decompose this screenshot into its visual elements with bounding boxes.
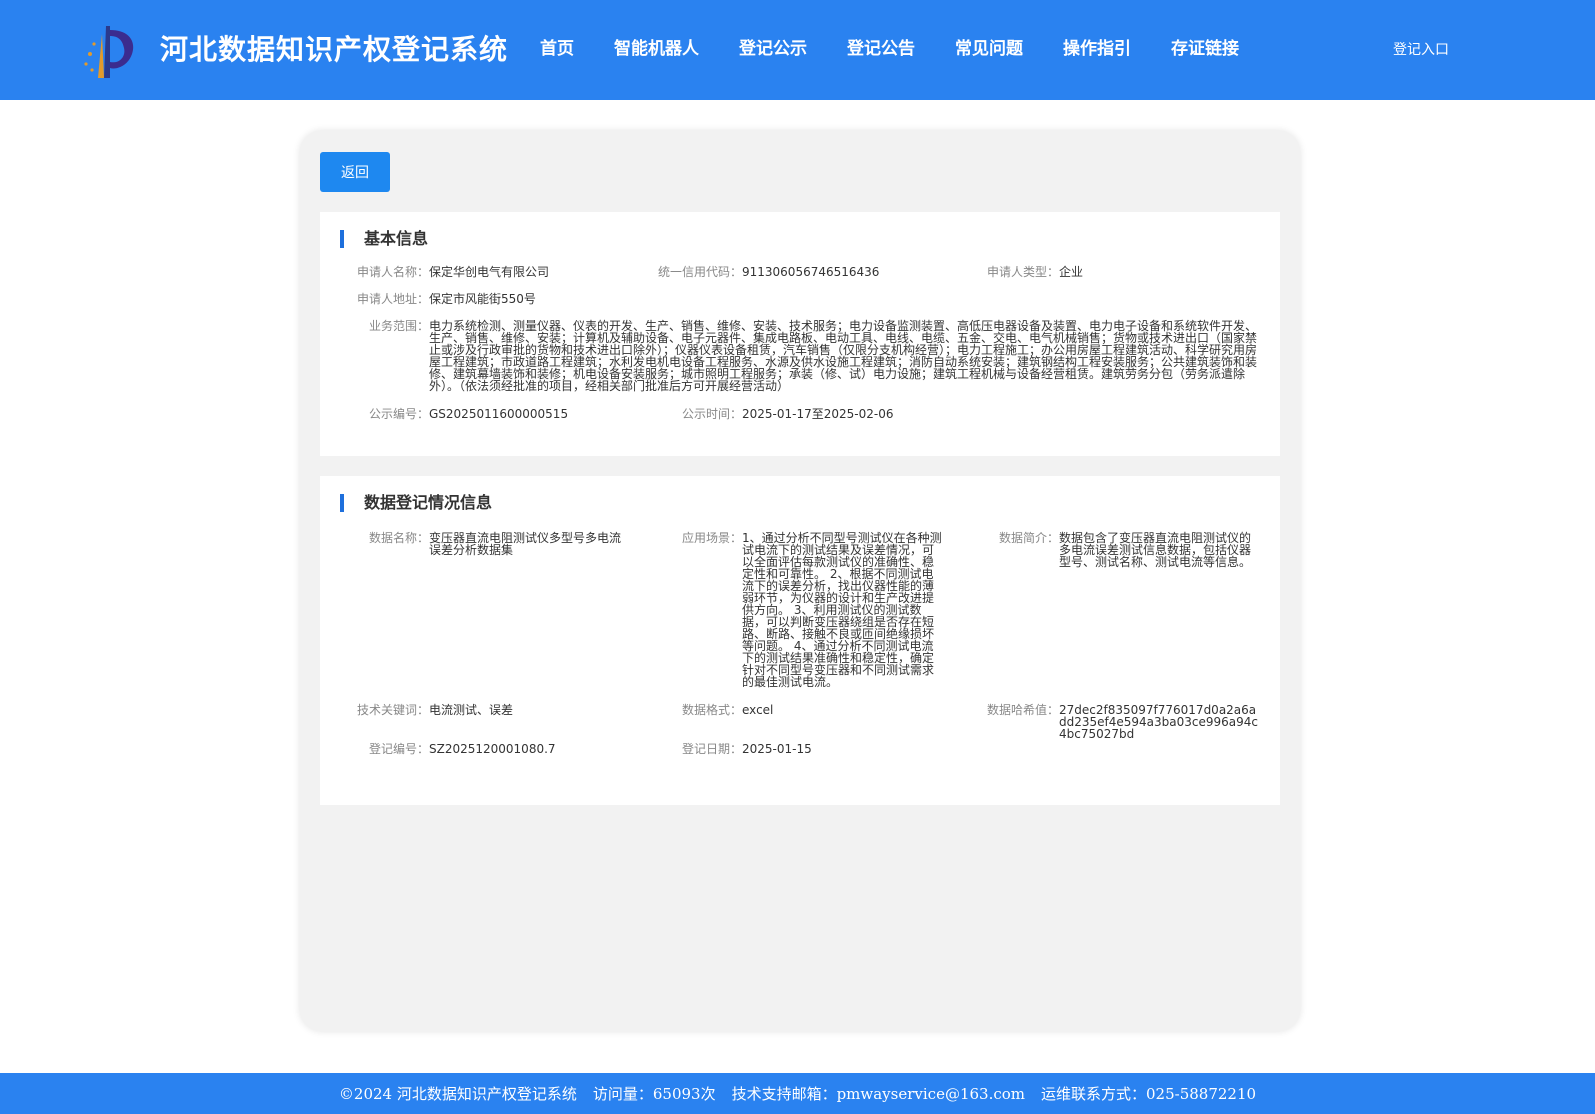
field-label: 技术关键词：: [356, 703, 429, 717]
field-label: 公示编号：: [368, 407, 429, 421]
data-name-value: 变压器直流电阻测试仪多型号多电流误差分析数据集: [429, 531, 622, 557]
field-label: 业务范围：: [368, 319, 429, 333]
scenario-field: 应用场景： 1、通过分析不同型号测试仪在各种测试电流下的测试结果及误差情况，可以…: [650, 532, 944, 688]
field-label: 登记日期：: [681, 742, 742, 756]
scenario-value: 1、通过分析不同型号测试仪在各种测试电流下的测试结果及误差情况，可以全面评估每款…: [742, 531, 942, 689]
login-link[interactable]: 登记入口: [1393, 39, 1449, 59]
credit-code-value: 911306056746516436: [742, 265, 880, 279]
field-label: 统一信用代码：: [657, 265, 742, 279]
nav-reg-announce[interactable]: 登记公告: [847, 34, 915, 59]
section-title-data: 数据登记情况信息: [340, 494, 492, 512]
nav-guide[interactable]: 操作指引: [1063, 34, 1131, 59]
reg-no-value: SZ2025120001080.7: [429, 742, 556, 756]
format-value: excel: [742, 703, 774, 717]
reg-no-field: 登记编号： SZ2025120001080.7: [350, 743, 649, 755]
reg-date-value: 2025-01-15: [742, 742, 812, 756]
nav-chain-link[interactable]: 存证链接: [1171, 34, 1239, 59]
notice-time-value: 2025-01-17至2025-02-06: [742, 407, 894, 421]
field-label: 数据简介：: [998, 531, 1059, 545]
reg-date-field: 登记日期： 2025-01-15: [650, 743, 944, 755]
nav-robot[interactable]: 智能机器人: [614, 34, 699, 59]
business-scope-field: 业务范围： 电力系统检测、测量仪器、仪表的开发、生产、销售、维修、安装、技术服务…: [350, 320, 1259, 392]
field-label: 登记编号：: [368, 742, 429, 756]
notice-time-field: 公示时间： 2025-01-17至2025-02-06: [650, 408, 962, 420]
footer-copyright: ©2024 河北数据知识产权登记系统: [338, 1085, 577, 1103]
keywords-value: 电流测试、误差: [429, 703, 514, 717]
field-label: 公示时间：: [681, 407, 742, 421]
notice-no-field: 公示编号： GS2025011600000515: [350, 408, 649, 420]
credit-code-field: 统一信用代码： 911306056746516436: [650, 266, 962, 278]
top-header: 河北数据知识产权登记系统 首页 智能机器人 登记公示 登记公告 常见问题 操作指…: [0, 0, 1595, 100]
nav-reg-notice[interactable]: 登记公示: [739, 34, 807, 59]
site-title: 河北数据知识产权登记系统: [160, 33, 509, 66]
applicant-type-field: 申请人类型： 企业: [960, 266, 1209, 278]
basic-info-card: 基本信息 申请人名称： 保定华创电气有限公司 统一信用代码： 911306056…: [320, 212, 1280, 456]
applicant-name-field: 申请人名称： 保定华创电气有限公司: [350, 266, 639, 278]
address-field: 申请人地址： 保定市风能街550号: [350, 293, 829, 305]
keywords-field: 技术关键词： 电流测试、误差: [350, 704, 629, 716]
page-footer: ©2024 河北数据知识产权登记系统 访问量：65093次 技术支持邮箱：pmw…: [0, 1073, 1595, 1114]
intro-field: 数据简介： 数据包含了变压器直流电阻测试仪的多电流误差测试信息数据，包括仪器型号…: [960, 532, 1255, 568]
field-label: 申请人类型：: [986, 265, 1059, 279]
applicant-type-value: 企业: [1059, 265, 1084, 279]
field-label: 申请人地址：: [356, 292, 429, 306]
nav-home[interactable]: 首页: [540, 34, 574, 59]
main-nav: 首页 智能机器人 登记公示 登记公告 常见问题 操作指引 存证链接: [540, 34, 1279, 59]
data-name-field: 数据名称： 变压器直流电阻测试仪多型号多电流误差分析数据集: [350, 532, 629, 556]
address-value: 保定市风能街550号: [429, 292, 536, 306]
field-label: 申请人名称：: [356, 265, 429, 279]
hash-value: 27dec2f835097f776017d0a2a6add235ef4e594a…: [1059, 703, 1259, 741]
business-scope-value: 电力系统检测、测量仪器、仪表的开发、生产、销售、维修、安装、技术服务；电力设备监…: [429, 319, 1258, 393]
footer-phone: 运维联系方式：025-58872210: [1041, 1085, 1257, 1103]
intro-value: 数据包含了变压器直流电阻测试仪的多电流误差测试信息数据，包括仪器型号、测试名称、…: [1059, 531, 1252, 569]
notice-no-value: GS2025011600000515: [429, 407, 569, 421]
applicant-name-value: 保定华创电气有限公司: [429, 265, 550, 279]
hash-field: 数据哈希值： 27dec2f835097f776017d0a2a6add235e…: [960, 704, 1261, 740]
footer-visits: 访问量：65093次: [592, 1085, 716, 1103]
field-label: 数据哈希值：: [986, 703, 1059, 717]
back-button[interactable]: 返回: [320, 152, 390, 192]
logo-icon[interactable]: [80, 24, 138, 80]
field-label: 应用场景：: [681, 531, 742, 545]
data-registration-card: 数据登记情况信息 数据名称： 变压器直流电阻测试仪多型号多电流误差分析数据集 应…: [320, 476, 1280, 805]
footer-email: 技术支持邮箱：pmwayservice@163.com: [731, 1085, 1026, 1103]
nav-faq[interactable]: 常见问题: [955, 34, 1023, 59]
field-label: 数据名称：: [368, 531, 429, 545]
detail-panel: 返回 基本信息 申请人名称： 保定华创电气有限公司 统一信用代码： 911306…: [300, 131, 1300, 1031]
format-field: 数据格式： excel: [650, 704, 944, 716]
section-title-basic: 基本信息: [340, 230, 428, 248]
field-label: 数据格式：: [681, 703, 742, 717]
